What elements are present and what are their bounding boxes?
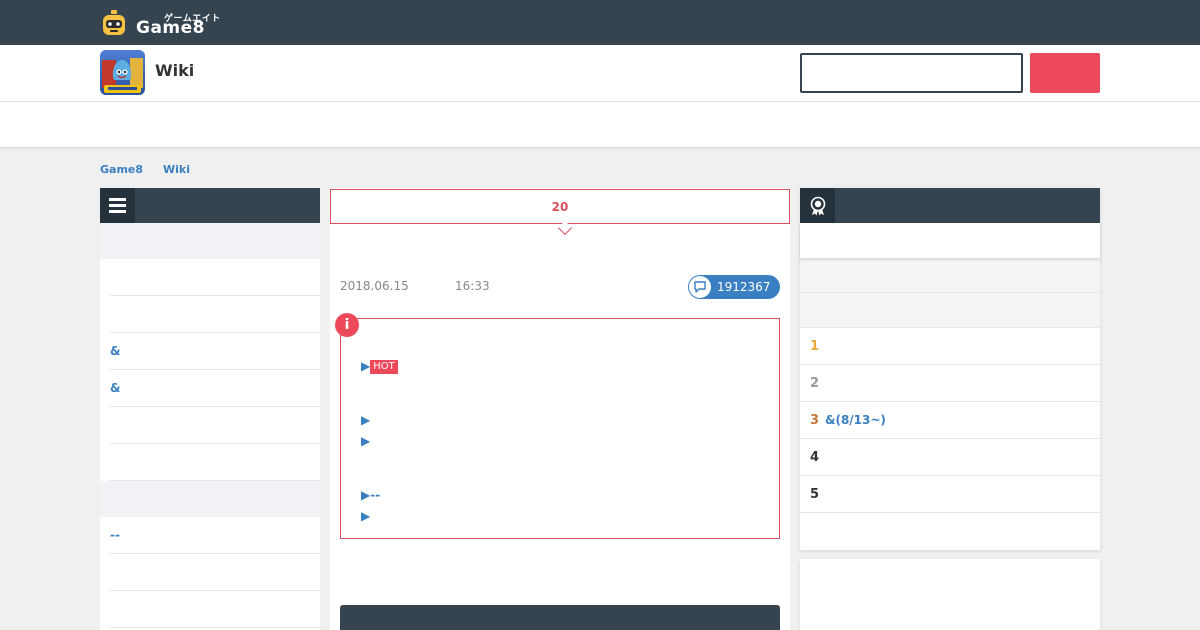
ranking-item[interactable]: 1 (800, 328, 1100, 365)
logo-brand: Game8 (136, 18, 205, 38)
hot-badge: HOT (370, 360, 398, 374)
sidebar-item[interactable] (110, 259, 320, 296)
notice-link[interactable]: ▶ (361, 413, 370, 427)
sidebar-header (100, 188, 320, 223)
search-input[interactable] (800, 53, 1023, 93)
ranking-number: 3 (810, 412, 820, 428)
ranking-number: 1 (810, 338, 820, 354)
arrow-icon: ▶ (361, 509, 371, 523)
wiki-header: Wiki (0, 45, 1200, 102)
notice-link-text: -- (370, 488, 381, 502)
sidebar-item[interactable] (110, 554, 320, 591)
breadcrumb: Game8 Wiki (100, 163, 190, 176)
hamburger-icon[interactable] (100, 188, 135, 223)
left-sidebar: & & -- (100, 188, 320, 630)
ranking-item[interactable]: 5 (800, 476, 1100, 513)
comment-count-button[interactable]: 1912367 (688, 275, 780, 299)
notice-link[interactable]: ▶ (361, 434, 370, 448)
notice-link[interactable]: ▶-- (361, 488, 380, 502)
info-icon: i (335, 313, 359, 337)
sidebar-item[interactable]: & (110, 333, 320, 370)
sidebar-item[interactable] (110, 591, 320, 628)
breadcrumb-wiki[interactable]: Wiki (163, 163, 190, 176)
ranking-label: &(8/13~) (825, 413, 886, 427)
game-thumbnail[interactable] (100, 50, 145, 95)
article-date: 2018.06.15 (340, 279, 409, 293)
arrow-icon: ▶ (361, 413, 371, 427)
sidebar-item[interactable]: -- (110, 517, 320, 554)
top-bar: ゲームエイト Game8 (0, 0, 1200, 45)
ranking-number: 2 (810, 375, 820, 391)
sidebar-item[interactable] (110, 407, 320, 444)
arrow-icon: ▶ (361, 488, 371, 502)
sidebar-section-header (100, 481, 320, 517)
ranking-header (800, 188, 1100, 223)
medal-icon (800, 188, 835, 223)
arrow-icon: ▶ (361, 434, 371, 448)
sidebar-item[interactable]: & (110, 370, 320, 407)
wiki-title: Wiki (155, 61, 195, 80)
section-header-bar (340, 605, 780, 630)
notice-link[interactable]: ▶ (361, 509, 370, 523)
sidebar-item[interactable] (110, 444, 320, 481)
ranking-panel: 1 2 3 &(8/13~) 4 5 (800, 188, 1100, 550)
sidebar-card (800, 559, 1100, 630)
ranking-item[interactable]: 4 (800, 439, 1100, 476)
ranking-tabs[interactable] (800, 223, 1100, 258)
nav-bar (0, 102, 1200, 148)
logo-wordmark: ゲームエイト Game8 (136, 9, 226, 38)
ranking-number: 5 (810, 486, 820, 502)
arrow-icon: ▶ (361, 359, 371, 373)
site-logo[interactable]: ゲームエイト Game8 (100, 9, 226, 38)
comment-icon (689, 276, 711, 298)
ranking-subhead (800, 258, 1100, 293)
notice-link[interactable]: ▶ HOT (361, 359, 398, 374)
ranking-subhead (800, 293, 1100, 328)
ranking-item[interactable]: 2 (800, 365, 1100, 402)
ranking-number: 4 (810, 449, 820, 465)
notice-box: i ▶ HOT ▶ ▶ ▶-- ▶ (335, 313, 780, 539)
comment-count: 1912367 (717, 280, 771, 294)
search-button[interactable] (1030, 53, 1100, 93)
sidebar-section-header (100, 223, 320, 259)
ranking-item[interactable]: 3 &(8/13~) (800, 402, 1100, 439)
article-main: 20 2018.06.15 16:33 1912367 i ▶ HOT ▶ ▶ ▶… (330, 188, 790, 630)
article-time: 16:33 (455, 279, 490, 293)
game8-mascot-icon (100, 9, 128, 37)
sidebar-item[interactable] (110, 296, 320, 333)
breadcrumb-home[interactable]: Game8 (100, 163, 143, 176)
announcement-banner[interactable]: 20 (330, 189, 790, 224)
